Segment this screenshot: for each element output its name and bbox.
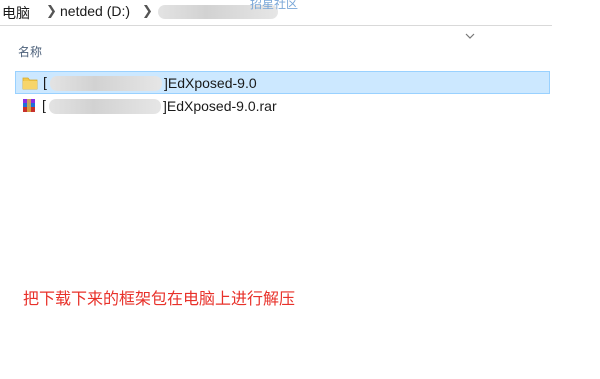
folder-icon xyxy=(22,77,38,90)
winrar-archive-icon xyxy=(23,99,35,112)
chevron-right-icon[interactable]: ❯ xyxy=(142,3,153,19)
bracket-text: [ xyxy=(42,97,46,113)
bracket-text: [ xyxy=(43,74,47,90)
chevron-down-icon[interactable] xyxy=(465,32,475,40)
file-name: ]EdXposed-9.0.rar xyxy=(163,98,277,114)
breadcrumb-item-drive[interactable]: netded (D:) xyxy=(60,3,130,19)
breadcrumb-item-pc[interactable]: 电脑 xyxy=(2,3,30,23)
watermark: 招星社区 xyxy=(250,0,299,11)
file-name: ]EdXposed-9.0 xyxy=(164,75,257,91)
redacted-filename-part xyxy=(49,99,161,114)
address-bar[interactable]: 电脑 ❯ netded (D:) ❯ 招星社区 xyxy=(0,0,552,26)
instruction-caption: 把下载下来的框架包在电脑上进行解压 xyxy=(23,289,296,308)
list-item-archive[interactable]: [ ]EdXposed-9.0.rar xyxy=(15,95,550,118)
column-header-name[interactable]: 名称 xyxy=(18,43,42,60)
list-item-folder[interactable]: [ ]EdXposed-9.0 xyxy=(15,71,550,94)
redacted-filename-part xyxy=(50,76,162,91)
chevron-right-icon[interactable]: ❯ xyxy=(46,3,57,19)
